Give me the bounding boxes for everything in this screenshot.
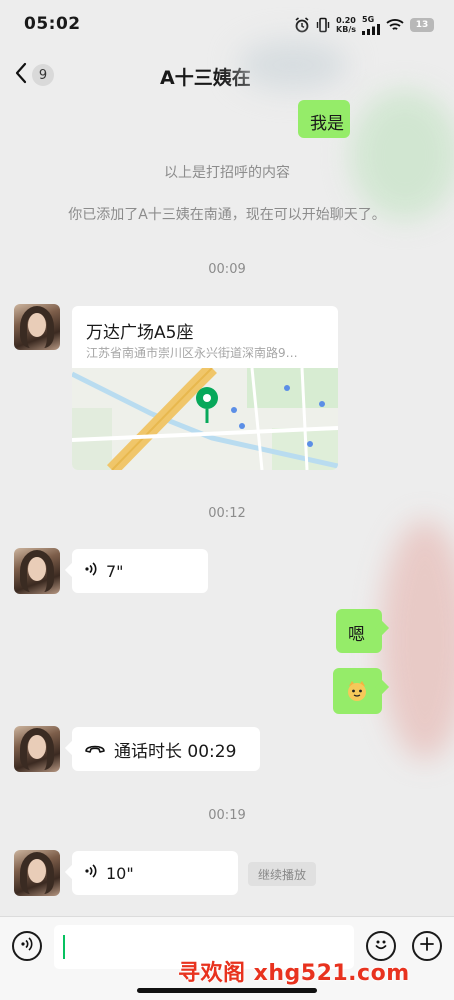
net-speed-value: 0.20 [336,16,356,25]
avatar[interactable] [14,304,60,350]
sticker-bubble-self[interactable] [333,668,390,714]
call-duration: 通话时长 00:29 [114,741,237,762]
voice-wave-icon [84,863,98,883]
voice-duration: 7" [106,561,124,581]
location-map [72,368,338,470]
signal-icon: 5G [362,14,380,35]
call-record[interactable]: 通话时长 00:29 [64,727,260,771]
avatar[interactable] [14,726,60,772]
message-text: 我是 [310,114,344,134]
net-speed-unit: KB/s [336,25,356,34]
system-message: 你已添加了A十三姨在南通，现在可以开始聊天了。 [68,207,386,223]
text-caret [63,935,65,959]
message-text: 嗯 [348,625,365,645]
location-address: 江苏省南通市崇川区永兴街道深南路9… [86,346,298,360]
net-speed: 0.20 KB/s [336,16,356,34]
system-message: 以上是打招呼的内容 [164,165,290,181]
message-bubble-self[interactable]: 我是 [298,100,350,138]
privacy-blur [380,520,454,760]
status-time: 05:02 [24,14,81,34]
timestamp: 00:09 [208,262,246,277]
plus-button[interactable] [412,931,442,961]
plus-icon [419,936,435,956]
chevron-left-icon [14,62,28,88]
status-bar: 05:02 0.20 KB/s 5G 13 [0,0,454,48]
privacy-blur [238,40,348,90]
privacy-blur [350,90,454,220]
phone-hangup-icon [84,739,106,759]
battery-icon: 13 [410,18,434,32]
wifi-icon [386,18,404,32]
location-card[interactable]: 万达广场A5座 江苏省南通市崇川区永兴街道深南路9… [72,306,338,470]
network-type: 5G [362,14,375,24]
vibrate-icon [316,17,330,33]
avatar[interactable] [14,850,60,896]
watermark-text: 寻欢阁 xhg521.com [178,961,410,986]
cat-emoji-icon [346,680,368,706]
alarm-icon [294,17,310,33]
status-icons: 0.20 KB/s 5G 13 [294,14,434,36]
resume-playback-button[interactable]: 继续播放 [248,862,317,886]
voice-message[interactable]: 10" [64,851,238,895]
avatar[interactable] [14,548,60,594]
voice-wave-icon [84,561,98,581]
message-bubble-self[interactable]: 嗯 [336,609,390,653]
voice-mode-button[interactable] [12,931,42,961]
voice-mode-icon [20,936,34,956]
timestamp: 00:19 [208,808,246,823]
timestamp: 00:12 [208,506,246,521]
unread-count-badge: 9 [32,64,54,86]
chat-title: A十三姨在 [160,67,251,89]
voice-message[interactable]: 7" [64,549,208,593]
voice-duration: 10" [106,863,134,883]
emoji-icon [372,935,390,957]
back-button[interactable]: 9 [14,62,54,88]
location-title: 万达广场A5座 [86,323,194,343]
home-indicator [137,988,317,993]
